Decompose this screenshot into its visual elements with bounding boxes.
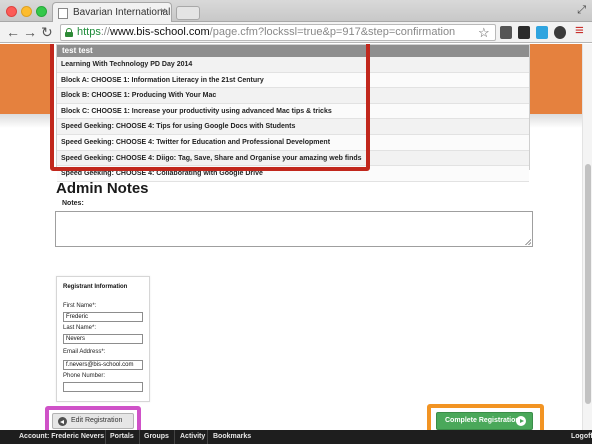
phone-label: Phone Number: <box>63 373 106 379</box>
browser-tab[interactable]: Bavarian International Scho × <box>52 2 172 23</box>
bar-divider <box>207 430 208 444</box>
bookmarks-link[interactable]: Bookmarks <box>213 430 251 444</box>
pocket-extension-icon[interactable] <box>500 26 512 39</box>
edit-button-highlight-box <box>45 406 141 430</box>
url-host: www.bis-school.com <box>110 26 210 38</box>
reload-icon[interactable]: ↻ <box>41 23 53 41</box>
lock-icon <box>65 28 73 37</box>
site-bottom-bar: Account: Frederic Nevers Portals Groups … <box>0 430 592 444</box>
chrome-menu-icon[interactable]: ≡ <box>575 22 584 40</box>
bar-divider <box>105 430 106 444</box>
portals-link[interactable]: Portals <box>110 430 134 444</box>
minimize-window-icon[interactable] <box>21 6 32 17</box>
header-banner-left <box>0 44 54 128</box>
sessions-highlight-box <box>50 44 370 171</box>
email-field[interactable]: f.nevers@bis-school.com <box>63 360 143 370</box>
browser-toolbar: ← → ↻ https://www.bis-school.com/page.cf… <box>0 22 592 43</box>
close-window-icon[interactable] <box>6 6 17 17</box>
fullscreen-icon[interactable]: ⤢ <box>577 4 586 17</box>
phone-field[interactable] <box>63 382 143 392</box>
first-name-field[interactable]: Frederic <box>63 312 143 322</box>
new-tab-button[interactable] <box>176 6 200 20</box>
buffer-extension-icon[interactable] <box>518 26 530 39</box>
email-label: Email Address*: <box>63 349 106 355</box>
forward-icon[interactable]: → <box>23 23 37 41</box>
back-icon[interactable]: ← <box>6 23 20 41</box>
registrant-info-panel: Registrant Information First Name*: Fred… <box>56 276 150 402</box>
maximize-window-icon[interactable] <box>36 6 47 17</box>
scrollbar-thumb[interactable] <box>585 164 591 404</box>
bar-divider <box>174 430 175 444</box>
diigo-extension-icon[interactable] <box>536 26 548 39</box>
account-link[interactable]: Account: Frederic Nevers <box>19 430 104 444</box>
tab-close-icon[interactable]: × <box>160 6 166 17</box>
bookmark-star-icon[interactable]: ☆ <box>478 24 490 42</box>
account-extension-icon[interactable] <box>554 26 566 39</box>
activity-link[interactable]: Activity <box>180 430 205 444</box>
first-name-label: First Name*: <box>63 303 97 309</box>
page-favicon-icon <box>58 8 68 19</box>
complete-button-highlight-box <box>427 404 544 430</box>
tab-title: Bavarian International Scho <box>73 7 171 18</box>
browser-tab-strip: Bavarian International Scho × ⤢ <box>0 0 592 23</box>
admin-notes-title: Admin Notes <box>56 180 149 197</box>
page-scrollbar[interactable] <box>582 44 592 430</box>
logoff-link[interactable]: Logoff <box>571 430 592 444</box>
url-separator: :// <box>100 26 111 38</box>
groups-link[interactable]: Groups <box>144 430 169 444</box>
last-name-field[interactable]: Nevers <box>63 334 143 344</box>
url-scheme: https <box>77 26 101 38</box>
address-bar[interactable]: https://www.bis-school.com/page.cfm?lock… <box>60 24 496 41</box>
url-path: /page.cfm?lockssl=true&p=917&step=confir… <box>209 26 456 38</box>
page-content: test test Learning With Technology PD Da… <box>0 44 582 430</box>
resize-grip-icon[interactable] <box>525 239 531 245</box>
notes-textarea[interactable] <box>55 211 533 247</box>
registrant-info-title: Registrant Information <box>63 284 128 290</box>
header-banner-right <box>528 44 582 128</box>
notes-label: Notes: <box>62 200 84 207</box>
last-name-label: Last Name*: <box>63 325 97 331</box>
bar-divider <box>139 430 140 444</box>
